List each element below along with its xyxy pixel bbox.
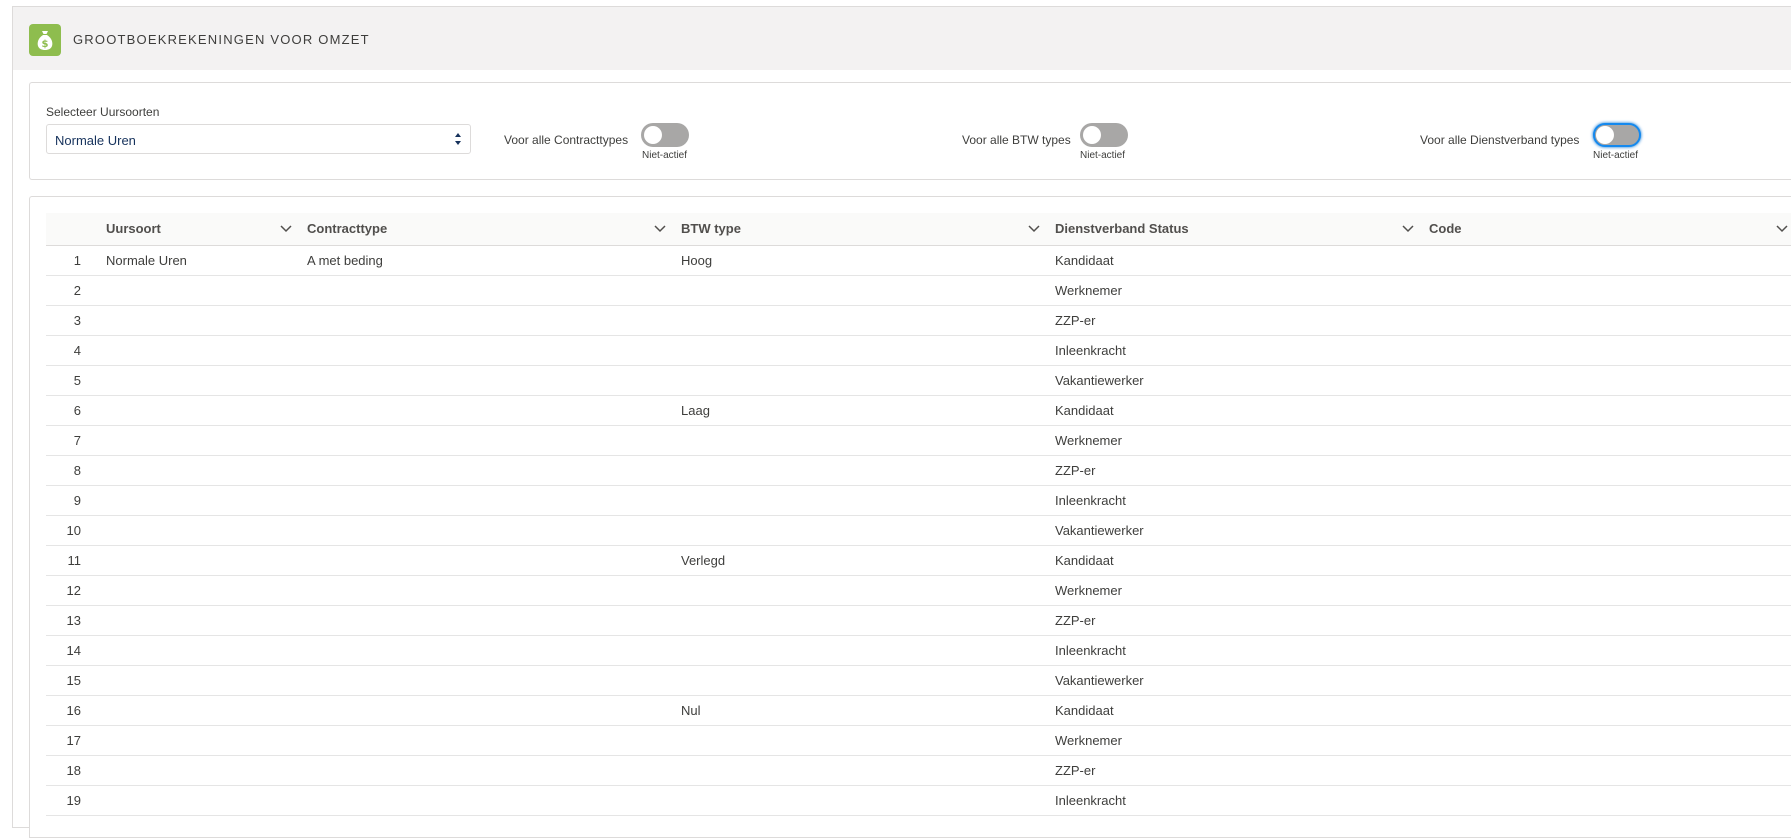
row-number: 2 xyxy=(73,283,81,298)
toggle-knob xyxy=(1596,126,1614,144)
table-row[interactable]: 10 Vakantiewerker xyxy=(46,516,1791,546)
cell-dienstverband-status: Vakantiewerker xyxy=(1055,523,1144,538)
cell-contracttype: A met beding xyxy=(307,253,383,268)
row-number: 14 xyxy=(66,643,81,658)
cell-btw-type: Laag xyxy=(681,403,710,418)
table-row[interactable]: 4 Inleenkracht xyxy=(46,336,1791,366)
table-row[interactable]: 16 Nul Kandidaat xyxy=(46,696,1791,726)
table-row[interactable]: 11 Verlegd Kandidaat xyxy=(46,546,1791,576)
row-number: 18 xyxy=(66,763,81,778)
table-row[interactable]: 19 Inleenkracht xyxy=(46,786,1791,816)
row-number: 4 xyxy=(73,343,81,358)
table-row[interactable]: 5 Vakantiewerker xyxy=(46,366,1791,396)
row-number: 6 xyxy=(73,403,81,418)
row-number: 15 xyxy=(66,673,81,688)
table-row[interactable]: 2 Werknemer xyxy=(46,276,1791,306)
row-number: 7 xyxy=(73,433,81,448)
cell-dienstverband-status: Kandidaat xyxy=(1055,253,1114,268)
row-number: 12 xyxy=(66,583,81,598)
chevron-down-icon[interactable] xyxy=(1402,224,1414,234)
table-header: Uursoort Contracttype BTW type Dienstver… xyxy=(46,213,1791,246)
chevron-down-icon[interactable] xyxy=(1028,224,1040,234)
svg-text:$: $ xyxy=(42,39,49,50)
toggle-dienstverband-types: Voor alle Dienstverband types Niet-actie… xyxy=(30,123,1641,163)
cell-btw-type: Hoog xyxy=(681,253,713,268)
cell-btw-type: Verlegd xyxy=(681,553,726,568)
table-row[interactable]: 12 Werknemer xyxy=(46,576,1791,606)
toggle-dienstverband-types-state: Niet-actief xyxy=(1593,150,1639,161)
data-table-card: Uursoort Contracttype BTW type Dienstver… xyxy=(29,196,1791,838)
cell-dienstverband-status: ZZP-er xyxy=(1055,763,1096,778)
row-number: 9 xyxy=(73,493,81,508)
uursoort-select-label: Selecteer Uursoorten xyxy=(46,105,160,119)
cell-dienstverband-status: Werknemer xyxy=(1055,433,1122,448)
row-number: 19 xyxy=(66,793,81,808)
toggle-dienstverband-types-switch[interactable] xyxy=(1593,123,1641,147)
row-number: 8 xyxy=(73,463,81,478)
table-row[interactable]: 13 ZZP-er xyxy=(46,606,1791,636)
table-row[interactable]: 3 ZZP-er xyxy=(46,306,1791,336)
cell-dienstverband-status: Kandidaat xyxy=(1055,553,1114,568)
cell-dienstverband-status: Kandidaat xyxy=(1055,703,1114,718)
table-row[interactable]: 1 Normale Uren A met beding Hoog Kandidaat xyxy=(46,246,1791,276)
cell-uursoort: Normale Uren xyxy=(106,253,187,268)
cell-dienstverband-status: ZZP-er xyxy=(1055,313,1096,328)
table-row[interactable]: 7 Werknemer xyxy=(46,426,1791,456)
column-header-code[interactable]: Code xyxy=(1429,213,1462,245)
row-number: 11 xyxy=(67,553,82,568)
cell-dienstverband-status: ZZP-er xyxy=(1055,463,1096,478)
table-row[interactable]: 17 Werknemer xyxy=(46,726,1791,756)
column-header-uursoort[interactable]: Uursoort xyxy=(106,213,161,245)
cell-btw-type: Nul xyxy=(681,703,701,718)
cell-dienstverband-status: Werknemer xyxy=(1055,283,1122,298)
filter-panel: Selecteer Uursoorten Normale Uren Voor a… xyxy=(29,82,1791,180)
row-number: 10 xyxy=(66,523,81,538)
row-number: 3 xyxy=(73,313,81,328)
page-title: GROOTBOEKREKENINGEN VOOR OMZET xyxy=(73,32,370,47)
column-header-contracttype[interactable]: Contracttype xyxy=(307,213,387,245)
cell-dienstverband-status: Werknemer xyxy=(1055,733,1122,748)
cell-dienstverband-status: Kandidaat xyxy=(1055,403,1114,418)
row-number: 16 xyxy=(66,703,81,718)
row-number: 1 xyxy=(73,253,81,268)
column-header-btw-type[interactable]: BTW type xyxy=(681,213,741,245)
table-row[interactable]: 6 Laag Kandidaat xyxy=(46,396,1791,426)
table-row[interactable]: 15 Vakantiewerker xyxy=(46,666,1791,696)
card-header: $ GROOTBOEKREKENINGEN VOOR OMZET xyxy=(13,7,1791,70)
row-number: 17 xyxy=(66,733,81,748)
cell-dienstverband-status: Inleenkracht xyxy=(1055,643,1126,658)
row-number: 5 xyxy=(73,373,81,388)
column-header-dienstverband-status[interactable]: Dienstverband Status xyxy=(1055,213,1189,245)
cell-dienstverband-status: ZZP-er xyxy=(1055,613,1096,628)
cell-dienstverband-status: Vakantiewerker xyxy=(1055,373,1144,388)
toggle-dienstverband-types-label: Voor alle Dienstverband types xyxy=(1420,133,1580,147)
table-row[interactable]: 18 ZZP-er xyxy=(46,756,1791,786)
table-row[interactable]: 9 Inleenkracht xyxy=(46,486,1791,516)
cell-dienstverband-status: Inleenkracht xyxy=(1055,343,1126,358)
table-row[interactable]: 8 ZZP-er xyxy=(46,456,1791,486)
chevron-down-icon[interactable] xyxy=(1776,224,1788,234)
row-number: 13 xyxy=(66,613,81,628)
cell-dienstverband-status: Inleenkracht xyxy=(1055,493,1126,508)
chevron-down-icon[interactable] xyxy=(280,224,292,234)
chevron-down-icon[interactable] xyxy=(654,224,666,234)
cell-dienstverband-status: Werknemer xyxy=(1055,583,1122,598)
cell-dienstverband-status: Inleenkracht xyxy=(1055,793,1126,808)
money-bag-icon: $ xyxy=(29,24,61,56)
cell-dienstverband-status: Vakantiewerker xyxy=(1055,673,1144,688)
table-row[interactable]: 14 Inleenkracht xyxy=(46,636,1791,666)
